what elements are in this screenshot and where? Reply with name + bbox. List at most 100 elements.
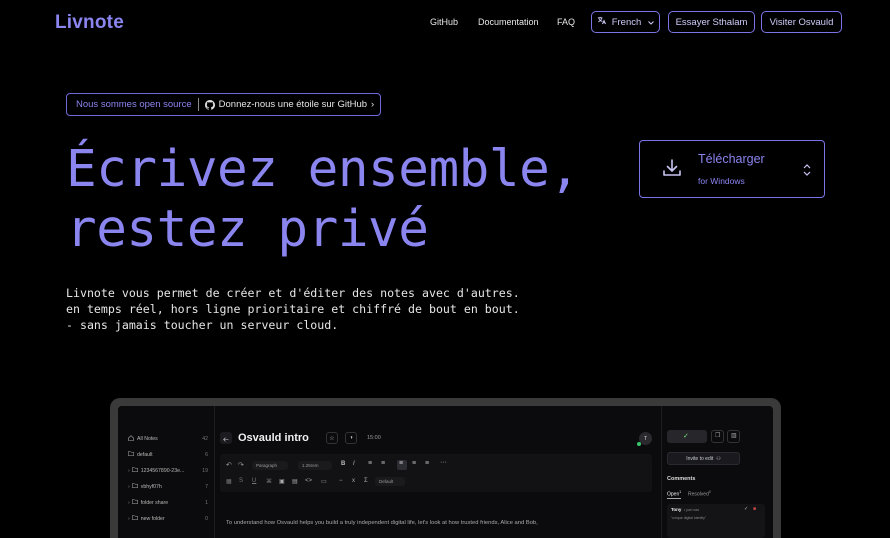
github-icon — [204, 99, 215, 110]
align-right-icon[interactable]: ≡ — [425, 460, 429, 467]
download-title: Télécharger — [698, 152, 765, 166]
sum-icon[interactable]: Σ — [364, 478, 368, 484]
language-label: French — [611, 16, 642, 28]
note-time: 15:00 — [367, 435, 381, 441]
tab-open[interactable]: Open1 — [667, 490, 682, 499]
strikethrough-icon[interactable]: S — [239, 478, 243, 484]
note-title[interactable]: Osvauld intro — [238, 432, 309, 444]
sidebar-item-default[interactable]: default 6 — [128, 451, 208, 458]
chevron-right-icon: › — [128, 483, 130, 490]
arrow-left-icon — [223, 429, 229, 447]
undo-icon[interactable]: ↶ — [226, 461, 232, 469]
tab-resolved[interactable]: Resolved0 — [688, 490, 711, 498]
download-platform: for Windows — [698, 176, 745, 186]
chevron-right-icon: › — [128, 499, 130, 506]
nav-github[interactable]: GitHub — [430, 17, 458, 27]
check-icon: ✓ — [683, 433, 689, 440]
copy-button[interactable]: ❐ — [711, 430, 724, 443]
align-left-icon: ≡ — [399, 460, 404, 467]
more-icon[interactable]: ··· — [440, 459, 447, 466]
copy-icon: ❐ — [715, 433, 721, 439]
star-icon: ☆ — [329, 435, 335, 442]
bold-icon[interactable]: B — [341, 461, 345, 467]
sidebar-item-label: folder share — [140, 499, 169, 506]
theme-button[interactable]: ◑ — [345, 432, 357, 444]
italic-icon[interactable]: I — [353, 461, 355, 467]
tab-resolved-label: Resolved — [688, 491, 709, 498]
editor-toolbar — [220, 454, 652, 492]
language-select[interactable]: French — [591, 11, 660, 33]
notes-sidebar: All Notes 42 default 6 › 1234567890-23e.… — [118, 406, 215, 538]
confirm-button[interactable]: ✓ — [667, 430, 707, 443]
folder-icon — [131, 515, 138, 522]
sidebar-item-folder[interactable]: › vbhyf07h 7 — [128, 483, 208, 490]
comment-card[interactable]: Tony • just now ✓ ■ "unique digital iden… — [667, 504, 765, 538]
nav-faq[interactable]: FAQ — [557, 17, 575, 27]
folder-icon — [131, 483, 138, 490]
sidebar-item-label: new folder — [140, 515, 165, 522]
code-icon[interactable]: <> — [305, 478, 312, 484]
divider — [197, 98, 199, 111]
sidebar-item-count: 0 — [205, 515, 208, 522]
paragraph-select[interactable]: Paragraph — [252, 461, 288, 470]
sidebar-item-folder[interactable]: › 1234567890-23e... 19 — [128, 467, 208, 474]
chevron-right-icon: › — [128, 467, 130, 474]
nav-documentation[interactable]: Documentation — [478, 17, 539, 27]
contrast-icon: ◑ — [349, 435, 353, 441]
style-select[interactable]: Default — [375, 477, 405, 486]
sidebar-item-count: 1 — [205, 499, 208, 506]
folder-icon — [131, 467, 138, 474]
sidebar-item-label: All Notes — [137, 436, 158, 442]
chevrons-up-down-icon[interactable] — [803, 163, 811, 181]
sidebar-item-label: 1234567890-23e... — [140, 467, 185, 474]
trash-icon[interactable]: ■ — [753, 506, 756, 512]
avatar-initial: T — [643, 435, 648, 442]
media-icon[interactable]: ▤ — [292, 478, 298, 485]
hero-title-line-2: restez privé — [66, 200, 429, 259]
sidebar-item-count: 7 — [205, 483, 208, 490]
font-size-select[interactable]: 1.25rem — [298, 461, 332, 470]
link-icon[interactable]: ⌘ — [266, 478, 272, 485]
visit-osvauld-button[interactable]: Visiter Osvauld — [761, 11, 842, 33]
comment-time: • just now — [684, 507, 700, 512]
home-icon — [128, 435, 134, 443]
minus-icon[interactable]: − — [339, 478, 343, 484]
back-button[interactable] — [220, 432, 232, 444]
hero-title-line-1: Écrivez ensemble, — [66, 140, 580, 199]
bullet-list-icon[interactable]: ≡ — [368, 460, 372, 467]
download-icon — [662, 158, 682, 183]
image-icon[interactable]: ▣ — [279, 478, 285, 485]
chevron-right-icon: › — [128, 515, 130, 522]
editor-content[interactable]: To understand how Osvauld helps you buil… — [226, 520, 538, 526]
tab-open-count: 1 — [679, 490, 682, 494]
hero-description: Livnote vous permet de créer et d'éditer… — [66, 286, 520, 332]
try-sthalam-button[interactable]: Essayer Sthalam — [668, 11, 755, 33]
folder-icon — [131, 499, 138, 506]
sidebar-item-all-notes[interactable]: All Notes 42 — [128, 435, 208, 443]
subscript-icon[interactable]: x — [352, 478, 355, 484]
paragraph-select-label: Paragraph — [256, 462, 278, 468]
ordered-list-icon[interactable]: ≡ — [381, 460, 385, 467]
open-source-badge[interactable]: Nous sommes open source Donnez-nous une … — [66, 93, 381, 116]
align-center-icon[interactable]: ≡ — [412, 460, 416, 467]
logo[interactable]: Livnote — [55, 12, 124, 34]
redo-icon[interactable]: ↷ — [238, 461, 244, 469]
sidebar-item-folder[interactable]: › new folder 0 — [128, 515, 208, 522]
comment-author: Tony — [671, 507, 682, 512]
sidebar-item-folder[interactable]: › folder share 1 — [128, 499, 208, 506]
invite-label: Invite to edit — [686, 455, 714, 462]
table-icon[interactable]: ▦ — [226, 478, 232, 485]
align-left-button[interactable]: ≡ — [397, 460, 407, 470]
app-screenshot: All Notes 42 default 6 › 1234567890-23e.… — [118, 406, 773, 538]
favorite-button[interactable]: ☆ — [326, 432, 338, 444]
sidebar-item-label: vbhyf07h — [140, 483, 162, 490]
check-icon[interactable]: ✓ — [744, 506, 748, 512]
download-button[interactable]: Télécharger for Windows — [639, 140, 825, 198]
delete-button[interactable]: ▥ — [727, 430, 740, 443]
sidebar-item-count: 19 — [202, 467, 208, 474]
code-block-icon[interactable]: ▭ — [321, 478, 327, 485]
invite-to-edit-button[interactable]: Invite to edit ⚇ — [667, 452, 740, 465]
underline-icon[interactable]: U — [252, 478, 256, 484]
tab-resolved-count: 0 — [708, 490, 711, 494]
font-size-label: 1.25rem — [302, 462, 319, 468]
